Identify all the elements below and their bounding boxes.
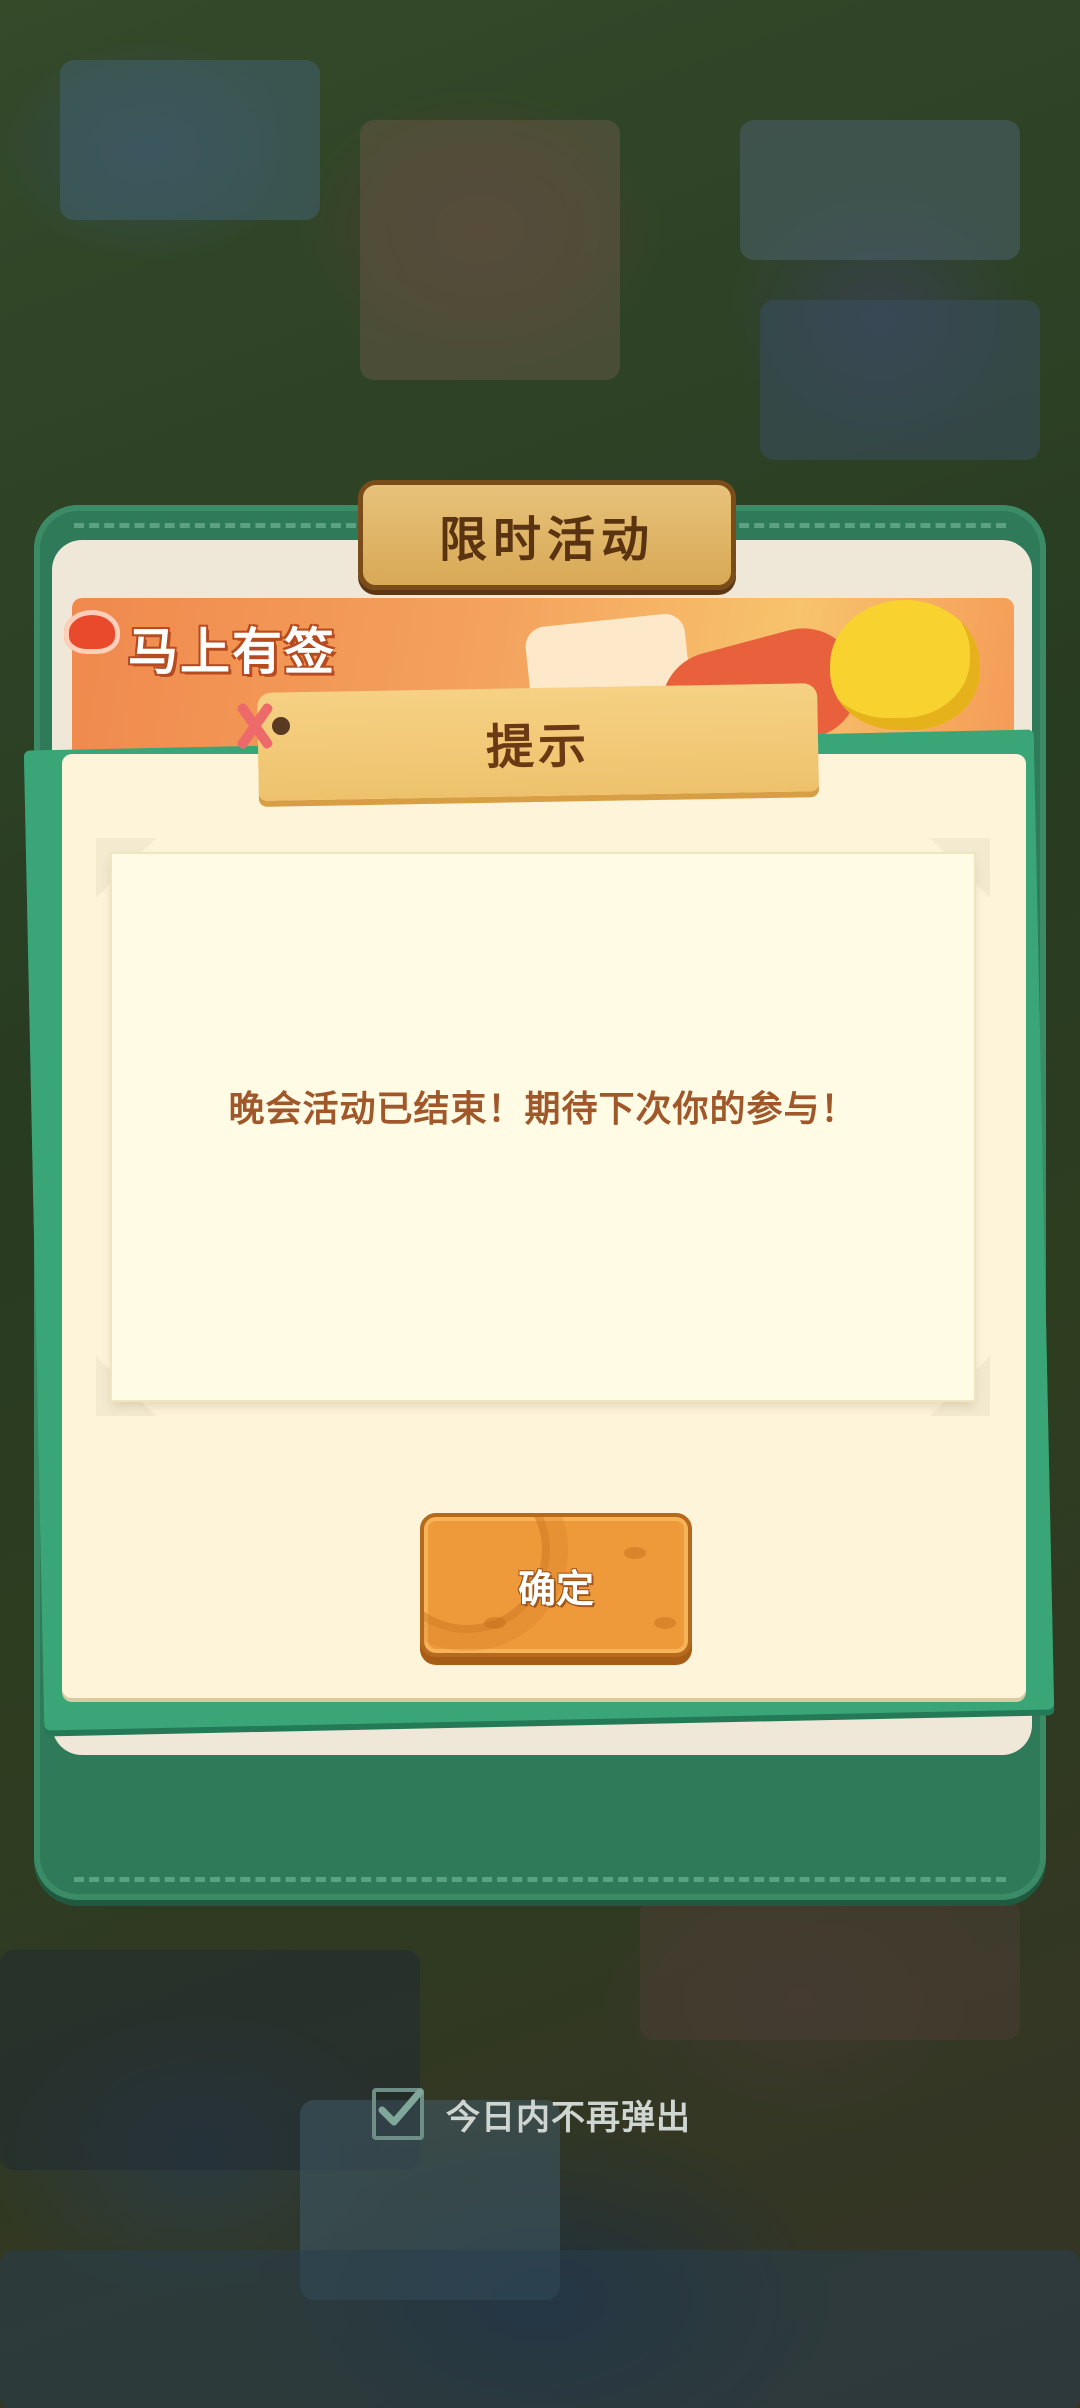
ribbon-icon: [232, 700, 276, 752]
chicken-icon: [64, 610, 120, 654]
wood-spot-decoration: [484, 1617, 506, 1629]
dialog-title: 提示: [485, 718, 591, 776]
dialog-title-tab: 提示: [257, 683, 819, 801]
dont-show-today-toggle[interactable]: 今日内不再弹出: [372, 2088, 691, 2140]
tab-hole: [272, 717, 290, 735]
event-panel-title: 限时活动: [438, 512, 655, 568]
dont-show-today-label: 今日内不再弹出: [446, 2097, 691, 2138]
event-panel-header: 限时活动: [358, 480, 736, 590]
wood-spot-decoration: [624, 1547, 646, 1559]
confirm-button[interactable]: 确定: [420, 1513, 692, 1657]
game-screen: 马上有签 限时活动 提示 晚会活动已结束！期待下次你的参与！ 确定 今日内不再弹…: [0, 0, 1080, 2408]
wood-spot-decoration: [654, 1617, 676, 1629]
confirm-button-label: 确定: [517, 1566, 594, 1611]
dialog-message: 晚会活动已结束！期待下次你的参与！: [228, 1089, 858, 1130]
banner-title: 马上有签: [128, 623, 336, 681]
banner-chick-art: [830, 600, 980, 730]
check-icon: [378, 2088, 424, 2126]
frame-dash-bottom: [74, 1877, 1006, 1882]
dont-show-today-checkbox[interactable]: [372, 2088, 424, 2140]
